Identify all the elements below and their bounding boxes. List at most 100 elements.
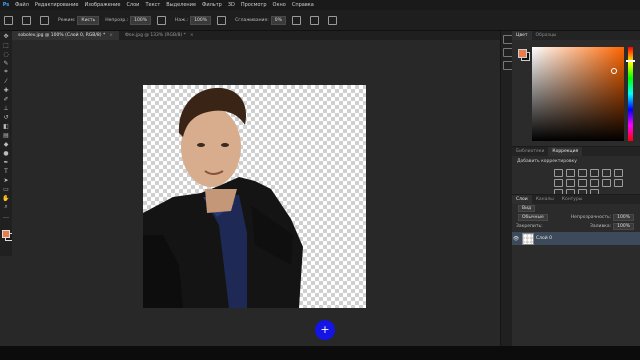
lock-label: Закрепить: — [516, 224, 543, 229]
eye-icon[interactable]: 👁 — [512, 236, 520, 242]
shape-tool[interactable]: ▭ — [2, 185, 11, 193]
crop-tool[interactable]: ⌗ — [2, 68, 11, 76]
exposure-icon[interactable] — [590, 169, 599, 177]
tool-preset-picker[interactable] — [22, 15, 34, 25]
zoom-tool[interactable]: ⌕ — [2, 203, 11, 211]
smoothing-label: Сглаживание: — [235, 17, 269, 23]
smoothing-input[interactable]: 0% — [270, 15, 286, 25]
gradient-tool[interactable]: ▤ — [2, 131, 11, 139]
clone-stamp-tool[interactable]: ⊥ — [2, 104, 11, 112]
type-tool[interactable]: T — [2, 167, 11, 175]
menu-layers[interactable]: Слои — [123, 2, 142, 8]
color-panel-tabs: Цвет Образцы — [512, 31, 640, 40]
foreground-color-swatch[interactable] — [2, 230, 10, 238]
tab-paths[interactable]: Контуры — [558, 195, 587, 204]
tab-swatches[interactable]: Образцы — [532, 31, 561, 40]
hand-tool[interactable]: ✋ — [2, 194, 11, 202]
blur-tool[interactable]: ◆ — [2, 140, 11, 148]
dodge-tool[interactable]: ● — [2, 149, 11, 157]
menu-3d[interactable]: 3D — [225, 2, 238, 8]
curves-icon[interactable] — [578, 169, 587, 177]
history-brush-tool[interactable]: ↺ — [2, 113, 11, 121]
vibrance-icon[interactable] — [602, 169, 611, 177]
canvas-area[interactable]: + — [12, 40, 500, 346]
airbrush-toggle[interactable] — [217, 15, 229, 25]
eraser-tool[interactable]: ◧ — [2, 122, 11, 130]
layer-opacity-label: Непрозрачность: — [570, 215, 612, 220]
tab-sobolev[interactable]: sobolev.jpg @ 100% (Слой 0, RGB/8) * × — [12, 31, 119, 40]
drag-cursor-icon: + — [315, 320, 335, 340]
pressure-input[interactable]: 100% — [190, 15, 212, 25]
layer-opacity-input[interactable]: 100% — [613, 214, 634, 221]
tab-channels[interactable]: Каналы — [532, 195, 558, 204]
menu-window[interactable]: Окно — [270, 2, 289, 8]
mode-select[interactable]: Кисть — [77, 15, 100, 25]
levels-icon[interactable] — [566, 169, 575, 177]
opacity-input[interactable]: 100% — [130, 15, 152, 25]
color-balance-icon[interactable] — [554, 179, 563, 187]
options-bar: Режим: Кисть Непрозр.: 100% Наж.: 100% С… — [0, 10, 640, 31]
marquee-tool[interactable]: ⬚ — [2, 41, 11, 49]
photo-filter-icon[interactable] — [578, 179, 587, 187]
channel-mixer-icon[interactable] — [590, 179, 599, 187]
move-tool[interactable]: ✥ — [2, 32, 11, 40]
tab-color[interactable]: Цвет — [512, 31, 532, 40]
document-canvas[interactable] — [143, 85, 366, 308]
layer-kind-select[interactable]: Вид — [518, 205, 536, 212]
brush-tool[interactable]: ✐ — [2, 95, 11, 103]
menu-help[interactable]: Справка — [289, 2, 317, 8]
panel-foreground-swatch[interactable] — [518, 49, 527, 58]
blend-row: Обычные Непрозрачность: 100% — [512, 213, 640, 222]
brush-preset-picker[interactable] — [40, 15, 52, 25]
close-icon[interactable]: × — [109, 33, 113, 38]
blend-mode-select[interactable]: Обычные — [518, 214, 548, 221]
menu-image[interactable]: Изображение — [81, 2, 123, 8]
layer-row[interactable]: 👁 Слой 0 — [512, 232, 640, 245]
menu-view[interactable]: Просмотр — [238, 2, 270, 8]
tab-adjustments[interactable]: Коррекция — [548, 147, 583, 156]
tab-libraries[interactable]: Библиотеки — [512, 147, 548, 156]
menu-text[interactable]: Текст — [142, 2, 163, 8]
invert-icon[interactable] — [614, 179, 623, 187]
fill-input[interactable]: 100% — [613, 223, 634, 230]
gear-icon — [291, 15, 301, 25]
menu-edit[interactable]: Редактирование — [32, 2, 82, 8]
pen-tool[interactable]: ✒ — [2, 158, 11, 166]
color-picker-field[interactable] — [532, 47, 624, 141]
lasso-tool[interactable]: ◌ — [2, 50, 11, 58]
pressure-opacity-toggle[interactable] — [157, 15, 169, 25]
hue-slider-handle[interactable] — [626, 60, 635, 62]
eyedropper-tool[interactable]: ⁄ — [2, 77, 11, 85]
layer-name[interactable]: Слой 0 — [536, 236, 552, 241]
more-icon: … — [3, 212, 9, 220]
close-icon[interactable]: × — [190, 33, 194, 38]
tab-fon[interactable]: Фон.jpg @ 133% (RGB/8) * × — [119, 31, 200, 40]
edit-toolbar-button[interactable]: … — [2, 212, 11, 220]
right-panels: Цвет Образцы Библиотеки Коррекция Добави… — [512, 31, 640, 347]
home-button[interactable] — [4, 15, 16, 25]
quick-select-tool[interactable]: ✎ — [2, 59, 11, 67]
photoshop-window: Ps Файл Редактирование Изображение Слои … — [0, 0, 640, 360]
color-picker-ring[interactable] — [611, 68, 617, 74]
healing-tool[interactable]: ✚ — [2, 86, 11, 94]
path-select-tool[interactable]: ➤ — [2, 176, 11, 184]
shape-icon: ▭ — [3, 185, 9, 193]
layers-section: Слои Каналы Контуры Вид Обычные Непрозра… — [512, 194, 640, 347]
lock-row: Закрепить: Заливка: 100% — [512, 222, 640, 231]
color-lookup-icon[interactable] — [602, 179, 611, 187]
pressure-icon — [157, 15, 167, 25]
home-icon — [4, 15, 13, 25]
menu-select[interactable]: Выделение — [163, 2, 199, 8]
hue-saturation-icon[interactable] — [614, 169, 623, 177]
tab-layers[interactable]: Слои — [512, 195, 532, 204]
smoothing-settings-button[interactable] — [291, 15, 304, 25]
symmetry-button[interactable] — [327, 15, 340, 25]
dodge-icon: ● — [3, 149, 9, 157]
eraser-icon: ◧ — [3, 122, 9, 130]
menu-filter[interactable]: Фильтр — [199, 2, 225, 8]
clone-stamp-icon: ⊥ — [3, 104, 9, 112]
erase-to-history-toggle[interactable] — [309, 15, 322, 25]
menu-file[interactable]: Файл — [12, 2, 32, 8]
black-white-icon[interactable] — [566, 179, 575, 187]
brightness-icon[interactable] — [554, 169, 563, 177]
